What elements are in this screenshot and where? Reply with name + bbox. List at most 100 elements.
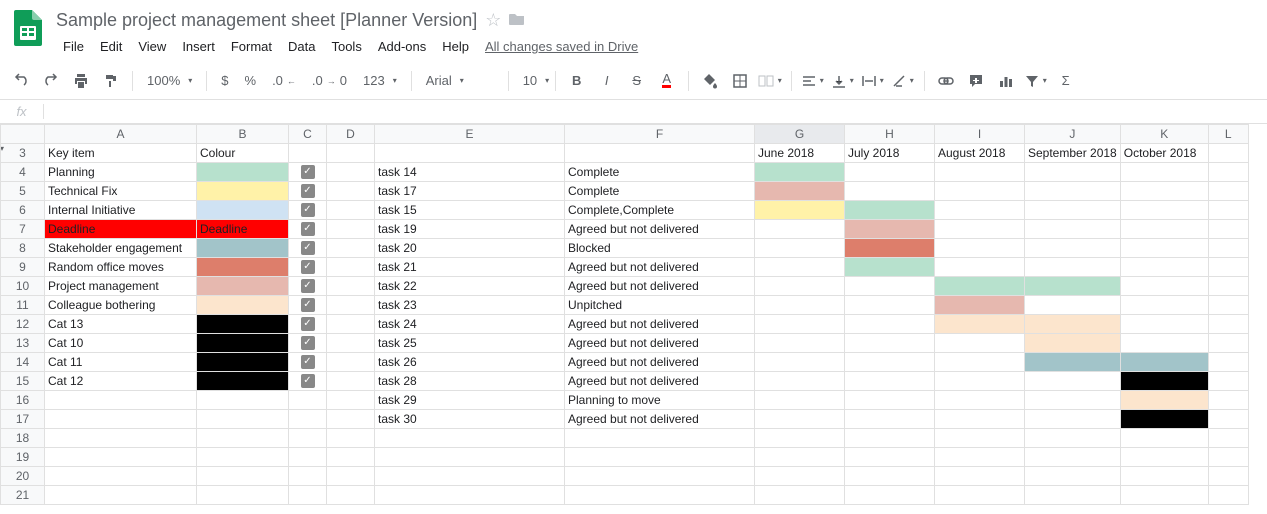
cell-D17[interactable]	[327, 410, 375, 429]
cell-G3[interactable]: June 2018	[755, 144, 845, 163]
cell-A9[interactable]: Random office moves	[45, 258, 197, 277]
comment-button[interactable]	[963, 68, 989, 94]
cell-A11[interactable]: Colleague bothering	[45, 296, 197, 315]
cell-D10[interactable]	[327, 277, 375, 296]
cell-F10[interactable]: Agreed but not delivered	[565, 277, 755, 296]
row-header-7[interactable]: 7	[1, 220, 45, 239]
cell-F5[interactable]: Complete	[565, 182, 755, 201]
cell-C21[interactable]	[289, 486, 327, 505]
cell-J3[interactable]: September 2018	[1025, 144, 1121, 163]
cell-J12[interactable]	[1025, 315, 1121, 334]
cell-D21[interactable]	[327, 486, 375, 505]
cell-F20[interactable]	[565, 467, 755, 486]
cell-L15[interactable]	[1208, 372, 1248, 391]
row-header-12[interactable]: 12	[1, 315, 45, 334]
cell-C16[interactable]	[289, 391, 327, 410]
cell-J14[interactable]	[1025, 353, 1121, 372]
cell-K6[interactable]	[1120, 201, 1208, 220]
cell-F3[interactable]	[565, 144, 755, 163]
cell-A12[interactable]: Cat 13	[45, 315, 197, 334]
cell-L20[interactable]	[1208, 467, 1248, 486]
cell-B6[interactable]	[197, 201, 289, 220]
cell-G13[interactable]	[755, 334, 845, 353]
undo-button[interactable]	[8, 68, 34, 94]
cell-L3[interactable]	[1208, 144, 1248, 163]
cell-G7[interactable]	[755, 220, 845, 239]
cell-D15[interactable]	[327, 372, 375, 391]
cell-H20[interactable]	[845, 467, 935, 486]
cell-I16[interactable]	[935, 391, 1025, 410]
cell-F9[interactable]: Agreed but not delivered	[565, 258, 755, 277]
cell-C12[interactable]: ✓	[289, 315, 327, 334]
cell-J15[interactable]	[1025, 372, 1121, 391]
col-header-D[interactable]: D	[327, 125, 375, 144]
cell-J9[interactable]	[1025, 258, 1121, 277]
cell-G4[interactable]	[755, 163, 845, 182]
cell-H12[interactable]	[845, 315, 935, 334]
cell-K4[interactable]	[1120, 163, 1208, 182]
cell-E6[interactable]: task 15	[375, 201, 565, 220]
cell-K17[interactable]	[1120, 410, 1208, 429]
cell-J16[interactable]	[1025, 391, 1121, 410]
cell-H15[interactable]	[845, 372, 935, 391]
col-header-B[interactable]: B	[197, 125, 289, 144]
checkbox-icon[interactable]: ✓	[301, 279, 315, 293]
cell-A18[interactable]	[45, 429, 197, 448]
cell-C10[interactable]: ✓	[289, 277, 327, 296]
cell-C3[interactable]	[289, 144, 327, 163]
cell-I7[interactable]	[935, 220, 1025, 239]
cell-C6[interactable]: ✓	[289, 201, 327, 220]
cell-C15[interactable]: ✓	[289, 372, 327, 391]
row-header-4[interactable]: 4	[1, 163, 45, 182]
cell-F11[interactable]: Unpitched	[565, 296, 755, 315]
cell-B21[interactable]	[197, 486, 289, 505]
cell-A17[interactable]	[45, 410, 197, 429]
cell-A7[interactable]: Deadline	[45, 220, 197, 239]
cell-B16[interactable]	[197, 391, 289, 410]
row-header-8[interactable]: 8	[1, 239, 45, 258]
menu-insert[interactable]: Insert	[175, 35, 222, 58]
cell-I14[interactable]	[935, 353, 1025, 372]
cell-K9[interactable]	[1120, 258, 1208, 277]
row-header-21[interactable]: 21	[1, 486, 45, 505]
cell-I3[interactable]: August 2018	[935, 144, 1025, 163]
cell-K8[interactable]	[1120, 239, 1208, 258]
cell-D7[interactable]	[327, 220, 375, 239]
cell-G6[interactable]	[755, 201, 845, 220]
folder-icon[interactable]	[509, 10, 525, 31]
cell-I12[interactable]	[935, 315, 1025, 334]
cell-D14[interactable]	[327, 353, 375, 372]
cell-L4[interactable]	[1208, 163, 1248, 182]
cell-J13[interactable]	[1025, 334, 1121, 353]
menu-format[interactable]: Format	[224, 35, 279, 58]
cell-H21[interactable]	[845, 486, 935, 505]
checkbox-icon[interactable]: ✓	[301, 260, 315, 274]
print-button[interactable]	[68, 68, 94, 94]
menu-view[interactable]: View	[131, 35, 173, 58]
strikethrough-button[interactable]: S	[624, 68, 650, 94]
cell-H9[interactable]	[845, 258, 935, 277]
row-header-3[interactable]: ▾3	[1, 144, 45, 163]
cell-B9[interactable]	[197, 258, 289, 277]
cell-K14[interactable]	[1120, 353, 1208, 372]
font-select[interactable]: Arial	[420, 73, 500, 88]
cell-E18[interactable]	[375, 429, 565, 448]
doc-title[interactable]: Sample project management sheet [Planner…	[56, 10, 477, 31]
cell-K18[interactable]	[1120, 429, 1208, 448]
cell-L21[interactable]	[1208, 486, 1248, 505]
cell-L6[interactable]	[1208, 201, 1248, 220]
cell-I6[interactable]	[935, 201, 1025, 220]
row-header-14[interactable]: 14	[1, 353, 45, 372]
save-status[interactable]: All changes saved in Drive	[478, 35, 645, 58]
cell-K16[interactable]	[1120, 391, 1208, 410]
cell-C11[interactable]: ✓	[289, 296, 327, 315]
cell-B7[interactable]: Deadline	[197, 220, 289, 239]
cell-F7[interactable]: Agreed but not delivered	[565, 220, 755, 239]
cell-F6[interactable]: Complete,Complete	[565, 201, 755, 220]
redo-button[interactable]	[38, 68, 64, 94]
col-header-H[interactable]: H	[845, 125, 935, 144]
cell-K13[interactable]	[1120, 334, 1208, 353]
cell-L5[interactable]	[1208, 182, 1248, 201]
cell-G15[interactable]	[755, 372, 845, 391]
cell-E9[interactable]: task 21	[375, 258, 565, 277]
